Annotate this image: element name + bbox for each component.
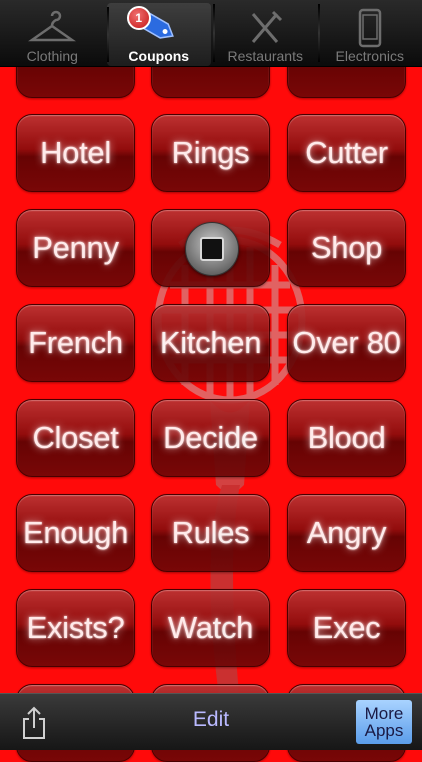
tab-bar: Clothing 1 Coupons Restaurants: [0, 0, 422, 67]
sound-button[interactable]: Angry: [287, 494, 406, 572]
tab-label-electronics: Electronics: [336, 48, 404, 64]
tab-restaurants[interactable]: Restaurants: [213, 0, 318, 66]
sound-button-label: Kitchen: [160, 325, 261, 361]
more-apps-label-line2: Apps: [356, 722, 412, 739]
sound-button[interactable]: Rules: [151, 494, 270, 572]
share-icon[interactable]: [20, 706, 48, 740]
sound-button-label: Watch: [168, 610, 253, 646]
sound-button-label: Shop: [311, 230, 382, 266]
sound-button-grid: Hotel Rings Cutter Penny Shop French Kit…: [0, 0, 422, 750]
more-apps-button[interactable]: More Apps: [356, 700, 412, 744]
sound-button[interactable]: Shop: [287, 209, 406, 287]
sound-button[interactable]: Enough: [16, 494, 135, 572]
sound-button-label: Exec: [313, 610, 381, 646]
sound-button[interactable]: Over 80: [287, 304, 406, 382]
stop-button[interactable]: [185, 222, 239, 276]
tab-label-restaurants: Restaurants: [228, 48, 303, 64]
sound-button[interactable]: Closet: [16, 399, 135, 477]
sound-button-label: Cutter: [305, 135, 388, 171]
sound-button-label: French: [28, 325, 123, 361]
tab-label-coupons: Coupons: [128, 48, 189, 64]
tab-label-clothing: Clothing: [27, 48, 78, 64]
sound-button[interactable]: Blood: [287, 399, 406, 477]
sound-button[interactable]: Exists?: [16, 589, 135, 667]
edit-button[interactable]: Edit: [170, 708, 252, 732]
hanger-icon: [28, 8, 76, 48]
fork-knife-icon: [241, 8, 289, 48]
bottom-toolbar: Edit More Apps: [0, 693, 422, 750]
sound-button[interactable]: Decide: [151, 399, 270, 477]
sound-button-label: Over 80: [292, 325, 400, 361]
phone-icon: [346, 8, 394, 48]
sound-button-label: Exists?: [27, 610, 125, 646]
sound-button[interactable]: French: [16, 304, 135, 382]
stop-icon: [200, 237, 224, 261]
sound-button-label: Blood: [308, 420, 386, 456]
sound-button[interactable]: Hotel: [16, 114, 135, 192]
sound-button-label: Closet: [32, 420, 118, 456]
sound-button-label: Decide: [163, 420, 258, 456]
tab-electronics[interactable]: Electronics: [318, 0, 422, 66]
sound-button-label: Penny: [32, 230, 118, 266]
sound-button-label: Rings: [172, 135, 250, 171]
tag-icon: 1: [135, 8, 183, 48]
sound-button[interactable]: Exec: [287, 589, 406, 667]
sound-button[interactable]: Cutter: [287, 114, 406, 192]
sound-button[interactable]: Rings: [151, 114, 270, 192]
tab-coupons[interactable]: 1 Coupons: [107, 3, 212, 66]
notification-badge: 1: [127, 6, 151, 30]
sound-button-label: Enough: [23, 515, 128, 551]
sound-button-label: Rules: [172, 515, 250, 551]
sound-button[interactable]: Watch: [151, 589, 270, 667]
sound-button-label: Hotel: [40, 135, 111, 171]
sound-button[interactable]: Kitchen: [151, 304, 270, 382]
sound-button-label: Angry: [307, 515, 386, 551]
sound-button[interactable]: Penny: [16, 209, 135, 287]
tab-clothing[interactable]: Clothing: [0, 0, 105, 66]
more-apps-label-line1: More: [356, 705, 412, 722]
